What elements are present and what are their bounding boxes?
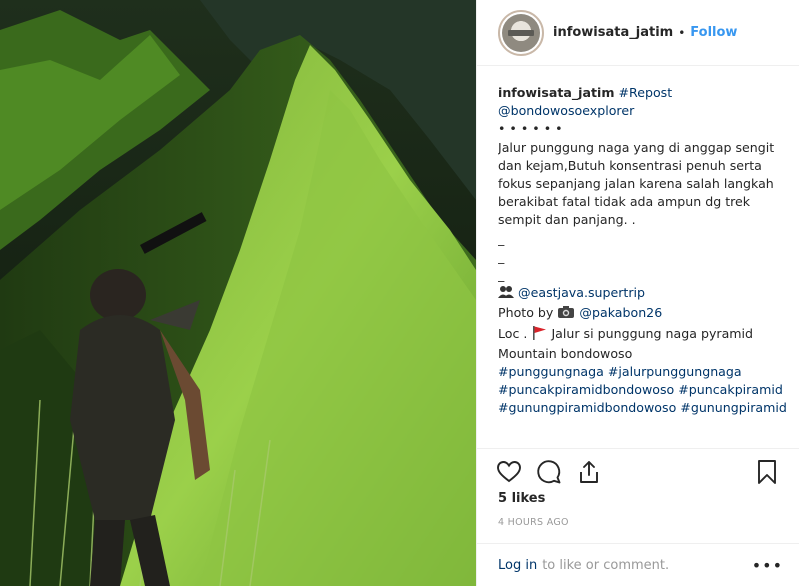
people-icon [498,285,514,304]
caption-body-line: berakibat fatal tidak ada ampun dg trek [498,194,751,210]
caption-dash: _ [498,248,505,264]
bookmark-icon[interactable] [754,459,780,485]
location-label: Loc . [498,325,528,341]
caption-dash: _ [498,267,505,283]
comment-icon[interactable] [536,459,562,485]
caption-bullets: • • • • • • [498,121,563,137]
red-flag-icon [531,325,547,345]
camera-icon [557,305,575,324]
mention-pakabon26[interactable]: @pakabon26 [579,305,662,320]
caption-body-line: Jalur punggung naga yang di anggap sengi… [498,139,775,155]
hashtags-line[interactable]: #punggungnaga #jalurpunggungnaga [498,363,788,381]
caption-author[interactable]: infowisata_jatim [498,85,614,100]
caption-dash: _ [498,230,505,246]
hashtag-repost[interactable]: #Repost [618,85,672,100]
login-link[interactable]: Log in [498,558,537,573]
avatar-image [502,13,540,52]
share-icon[interactable] [576,459,602,485]
comment-bar: Log in to like or comment. [477,543,799,586]
hashtags-line[interactable]: #puncakpiramidbondowoso #puncakpiramid [498,381,788,399]
follow-button[interactable]: Follow [690,25,737,40]
location-line-1: Jalur si punggung naga pyramid [551,325,754,341]
mention-eastjava-supertrip[interactable]: @eastjava.supertrip [518,285,645,300]
post-side-panel: infowisata_jatim • Follow infowisata_jat… [476,0,799,586]
mention-bondowosoexplorer[interactable]: @bondowosoexplorer [498,103,634,118]
separator-dot: • [678,25,686,40]
likes-count[interactable]: 5 likes [498,491,545,506]
avatar[interactable] [498,9,544,56]
action-bar [477,448,799,494]
username[interactable]: infowisata_jatim [553,25,673,40]
mountain-ridge-photo [0,0,476,586]
avatar-logo-band [508,29,534,36]
instagram-post: infowisata_jatim • Follow infowisata_jat… [0,0,799,586]
caption-body-line: dan kejam,Butuh konsentrasi penuh serta [498,157,762,173]
post-photo[interactable] [0,0,476,586]
post-header: infowisata_jatim • Follow [477,0,799,66]
more-options-button[interactable]: ••• [752,556,783,575]
post-timestamp[interactable]: 4 HOURS AGO [498,517,569,528]
photo-by-label: Photo by [498,305,554,321]
caption-body-line: fokus sepanjang jalan karena salah langk… [498,176,774,192]
caption: infowisata_jatim #Repost @bondowosoexplo… [498,84,788,418]
comment-prompt: to like or comment. [542,557,670,573]
heart-icon[interactable] [496,459,522,485]
location-line-2: Mountain bondowoso [498,345,633,361]
caption-body-line: sempit dan panjang. . [498,212,636,228]
hashtags-line[interactable]: #gunungpiramidbondowoso #gunungpiramid [498,399,788,417]
